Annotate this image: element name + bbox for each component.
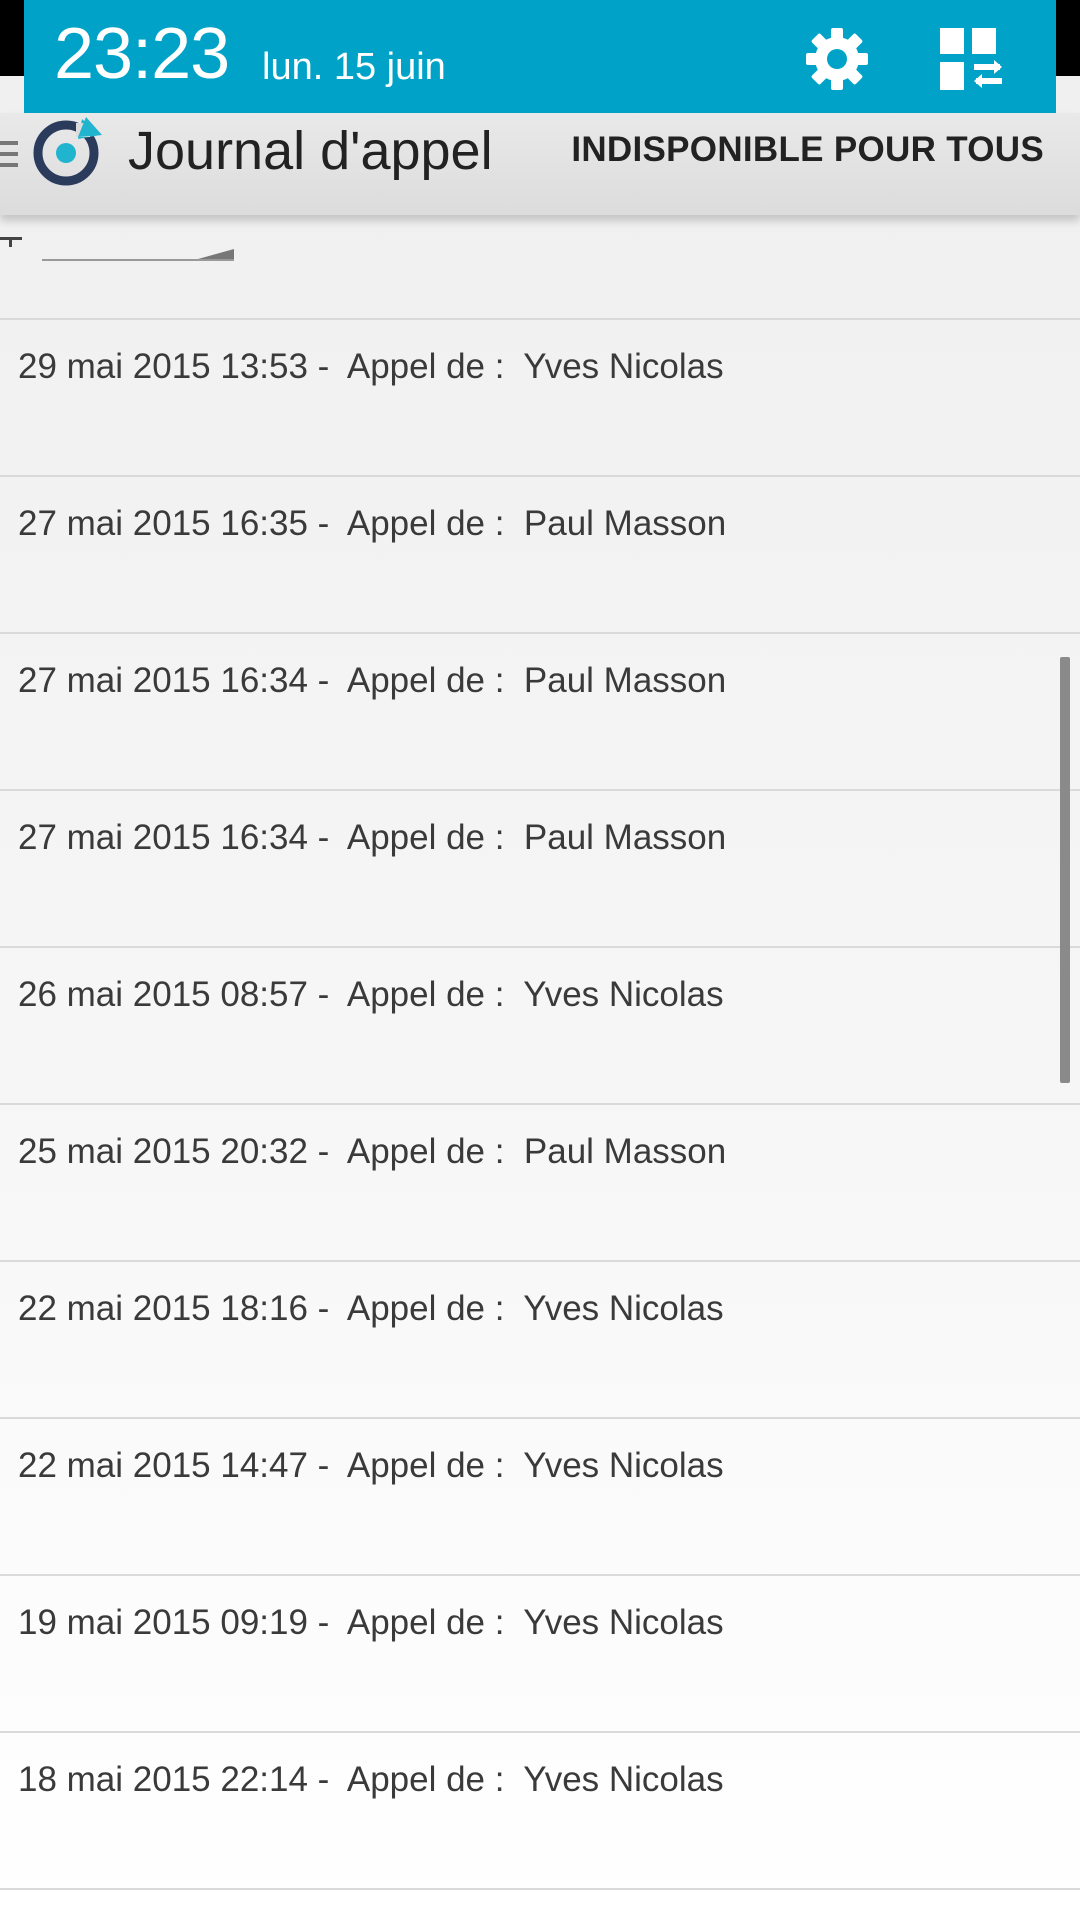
call-entry-text: 25 mai 2015 20:32 - Appel de : Paul Mass… <box>18 1132 727 1171</box>
call-entry-text: 27 mai 2015 16:35 - Appel de : Paul Mass… <box>18 504 727 543</box>
page-title: Journal d'appel <box>128 121 493 181</box>
call-entry-text: 22 mai 2015 14:47 - Appel de : Yves Nico… <box>18 1446 724 1485</box>
unavailable-for-all-button[interactable]: INDISPONIBLE POUR TOUS <box>571 127 1044 173</box>
call-log-list[interactable]: 29 mai 2015 13:53 - Appel de : Yves Nico… <box>0 215 1080 1920</box>
notification-header: 23:23 lun. 15 juin <box>24 0 1056 113</box>
list-item[interactable]: 22 mai 2015 18:16 - Appel de : Yves Nico… <box>0 1262 1080 1419</box>
call-entry-text: 18 mai 2015 22:14 - Appel de : Yves Nico… <box>18 1760 724 1799</box>
gear-icon[interactable] <box>802 24 872 94</box>
app-logo-icon[interactable] <box>30 113 106 189</box>
list-item[interactable]: 27 mai 2015 16:34 - Appel de : Paul Mass… <box>0 791 1080 948</box>
scrolled-row-fragment <box>0 237 234 261</box>
quick-settings-icon[interactable] <box>936 26 1006 92</box>
call-entry-text: 29 mai 2015 13:53 - Appel de : Yves Nico… <box>18 347 724 386</box>
list-item[interactable]: 27 mai 2015 16:34 - Appel de : Paul Mass… <box>0 634 1080 791</box>
list-item[interactable]: 29 mai 2015 13:53 - Appel de : Yves Nico… <box>0 320 1080 477</box>
call-entry-text: 19 mai 2015 09:19 - Appel de : Yves Nico… <box>18 1603 724 1642</box>
list-item[interactable]: 19 mai 2015 09:19 - Appel de : Yves Nico… <box>0 1576 1080 1733</box>
list-item[interactable]: 18 mai 2015 22:14 - Appel de : Yves Nico… <box>0 1733 1080 1890</box>
call-entry-text: 26 mai 2015 08:57 - Appel de : Yves Nico… <box>18 975 724 1014</box>
call-entry-text: 22 mai 2015 18:16 - Appel de : Yves Nico… <box>18 1289 724 1328</box>
list-item[interactable]: 26 mai 2015 08:57 - Appel de : Yves Nico… <box>0 948 1080 1105</box>
list-item[interactable]: 22 mai 2015 14:47 - Appel de : Yves Nico… <box>0 1419 1080 1576</box>
list-item[interactable] <box>0 215 1080 320</box>
scrollbar-thumb[interactable] <box>1060 657 1070 1083</box>
clock-time: 23:23 <box>54 14 230 94</box>
action-bar: Journal d'appel INDISPONIBLE POUR TOUS <box>0 113 1080 215</box>
clock-date: lun. 15 juin <box>262 46 446 88</box>
call-entry-text: 27 mai 2015 16:34 - Appel de : Paul Mass… <box>18 818 727 857</box>
list-item[interactable]: 27 mai 2015 16:35 - Appel de : Paul Mass… <box>0 477 1080 634</box>
hamburger-menu-icon[interactable] <box>0 135 22 175</box>
list-item[interactable]: 25 mai 2015 20:32 - Appel de : Paul Mass… <box>0 1105 1080 1262</box>
call-entry-text: 27 mai 2015 16:34 - Appel de : Paul Mass… <box>18 661 727 700</box>
